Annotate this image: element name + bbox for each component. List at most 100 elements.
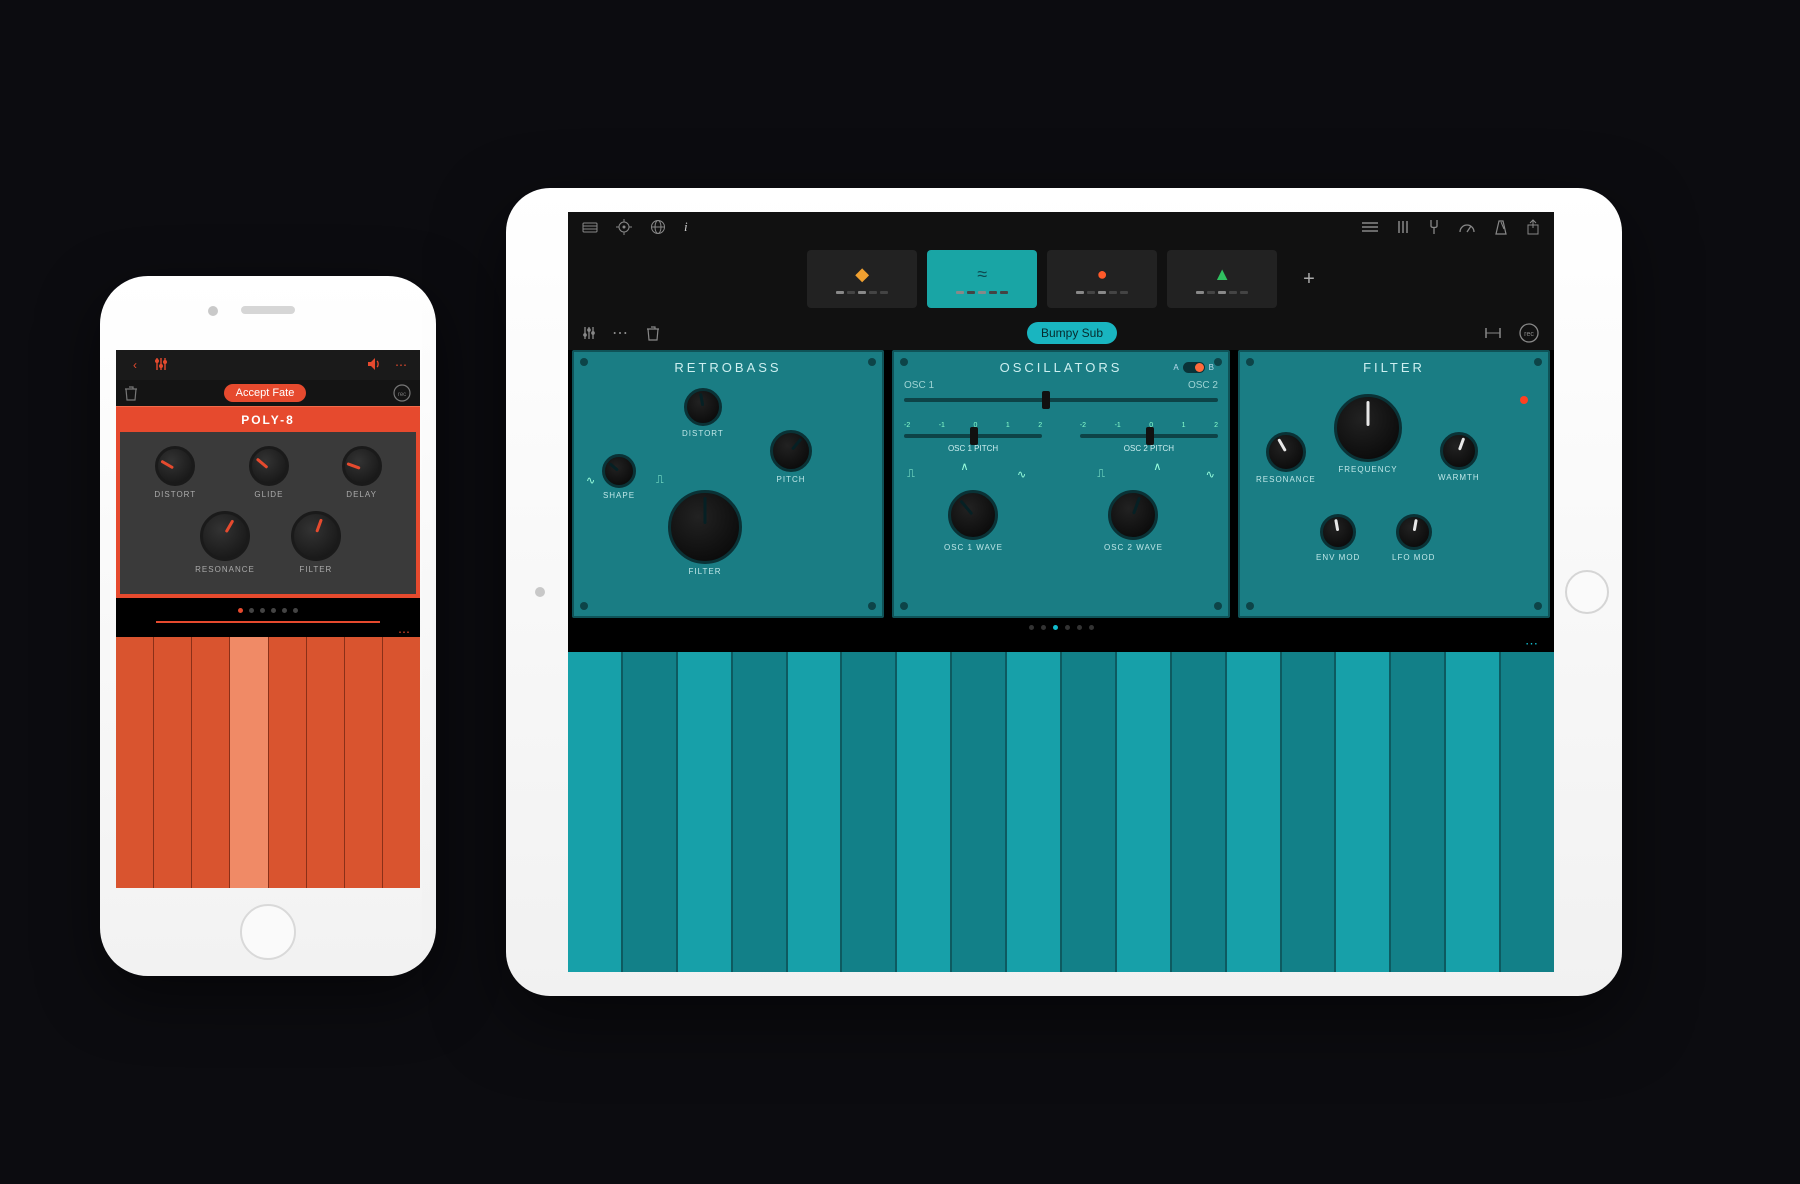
gauge-icon[interactable] [1458, 220, 1476, 234]
square-icon: ⎍ [907, 468, 915, 481]
key[interactable] [307, 637, 345, 888]
ab-switch[interactable]: AB [1173, 362, 1214, 373]
key[interactable] [345, 637, 383, 888]
key[interactable] [842, 652, 897, 972]
tri-icon: ∧ [961, 460, 969, 473]
resonance-knob[interactable]: RESONANCE [1256, 432, 1316, 484]
more-icon[interactable]: ⋯ [392, 358, 410, 372]
trash-icon[interactable] [124, 385, 138, 401]
preset-pill[interactable]: Accept Fate [224, 384, 307, 402]
sliders-icon[interactable] [152, 357, 170, 374]
osc2-pitch-label: OSC 2 PITCH [1080, 444, 1218, 453]
back-icon[interactable]: ‹ [126, 358, 144, 372]
ipad-extras-icon[interactable]: ⋯ [568, 636, 1554, 652]
share-icon[interactable] [1526, 219, 1540, 235]
rec-icon[interactable]: rec [1518, 322, 1540, 344]
key[interactable] [1282, 652, 1337, 972]
ipad-preset-bar: ⋯ Bumpy Sub rec [568, 316, 1554, 350]
resonance-knob[interactable]: RESONANCE [195, 511, 255, 574]
key[interactable] [269, 637, 307, 888]
key[interactable] [1446, 652, 1501, 972]
key[interactable] [568, 652, 623, 972]
osc2-pitch-slider[interactable] [1080, 434, 1218, 438]
mixer-icon[interactable] [1396, 220, 1410, 234]
speaker-icon[interactable] [366, 357, 384, 374]
lfo-mod-knob[interactable]: LFO MOD [1392, 514, 1435, 562]
add-track-button[interactable]: + [1303, 268, 1315, 291]
key[interactable] [116, 637, 154, 888]
key[interactable] [952, 652, 1007, 972]
key[interactable] [897, 652, 952, 972]
metronome-icon[interactable] [1494, 219, 1508, 235]
list-icon[interactable] [1362, 221, 1378, 233]
delay-knob[interactable]: DELAY [342, 446, 382, 499]
sine-icon: ∿ [1206, 468, 1215, 481]
iphone-device: ‹ ⋯ Accept Fate [100, 276, 436, 976]
library-icon[interactable] [582, 220, 598, 234]
key[interactable] [1117, 652, 1172, 972]
osc-mix-slider[interactable] [904, 398, 1218, 402]
distort-knob[interactable]: DISTORT [154, 446, 196, 499]
osc1-pitch-slider[interactable] [904, 434, 1042, 438]
warmth-knob[interactable]: WARMTH [1438, 432, 1480, 482]
phone-home-button[interactable] [240, 904, 296, 960]
env-mod-knob[interactable]: ENV MOD [1316, 514, 1360, 562]
key[interactable] [1062, 652, 1117, 972]
track-tab[interactable]: ≈ [927, 250, 1037, 308]
osc-1-wave-knob[interactable]: OSC 1 WAVE [944, 490, 1003, 552]
key[interactable] [230, 637, 268, 888]
glide-knob[interactable]: GLIDE [249, 446, 289, 499]
track-tab[interactable]: ● [1047, 250, 1157, 308]
key[interactable] [678, 652, 733, 972]
key[interactable] [192, 637, 230, 888]
key[interactable] [1391, 652, 1446, 972]
frequency-knob[interactable]: FREQUENCY [1334, 394, 1402, 474]
phone-pager[interactable] [116, 598, 420, 619]
info-icon[interactable]: i [684, 219, 688, 235]
ipad-pager[interactable] [568, 618, 1554, 636]
key[interactable] [383, 637, 420, 888]
sliders-icon[interactable] [582, 326, 596, 340]
square-icon: ⎍ [1097, 468, 1105, 481]
phone-extras-icon[interactable]: ⋯ [116, 625, 420, 637]
phone-synth-panel: DISTORT GLIDE DELAY RESONANCE FILTER [116, 432, 420, 598]
svg-text:rec: rec [398, 392, 406, 398]
osc-2-wave-knob[interactable]: OSC 2 WAVE [1104, 490, 1163, 552]
globe-icon[interactable] [650, 219, 666, 235]
distort-knob[interactable]: DISTORT [682, 388, 724, 438]
loop-icon[interactable] [1484, 326, 1502, 340]
phone-keyboard[interactable] [116, 637, 420, 888]
track-tab[interactable]: ◆ [807, 250, 917, 308]
key[interactable] [1227, 652, 1282, 972]
key[interactable] [1336, 652, 1391, 972]
panel-title: FILTER [1240, 352, 1548, 379]
key[interactable] [1172, 652, 1227, 972]
osc1-pitch-label: OSC 1 PITCH [904, 444, 1042, 453]
shape-knob[interactable]: SHAPE [602, 454, 636, 500]
oscillators-panel: OSCILLATORS AB OSC 1OSC 2 -2-1012 -2-101… [892, 350, 1230, 618]
track-tab[interactable]: ▲ [1167, 250, 1277, 308]
ipad-keyboard[interactable] [568, 652, 1554, 972]
key[interactable] [733, 652, 788, 972]
more-icon[interactable]: ⋯ [612, 323, 630, 343]
phone-speaker [241, 306, 295, 314]
filter-knob[interactable]: FILTER [291, 511, 341, 574]
ipad-home-button[interactable] [1565, 570, 1609, 614]
key[interactable] [154, 637, 192, 888]
preset-pill[interactable]: Bumpy Sub [1027, 322, 1117, 344]
filter-knob[interactable]: FILTER [668, 490, 742, 576]
key[interactable] [623, 652, 678, 972]
rec-icon[interactable]: rec [392, 383, 412, 403]
settings-icon[interactable] [616, 219, 632, 235]
phone-toolbar: ‹ ⋯ [116, 350, 420, 380]
pitch-knob[interactable]: PITCH [770, 430, 812, 484]
tuning-fork-icon[interactable] [1428, 219, 1440, 235]
phone-preset-bar: Accept Fate rec [116, 380, 420, 406]
key[interactable] [1501, 652, 1554, 972]
synth-panels: RETROBASS ∿ ⎍ SHAPEDISTORTPITCHFILTER OS… [568, 350, 1554, 618]
trash-icon[interactable] [646, 325, 660, 341]
filter-panel: FILTER RESONANCE FREQUENCY WARMTH ENV MOD LF… [1238, 350, 1550, 618]
svg-text:rec: rec [1524, 331, 1534, 338]
key[interactable] [1007, 652, 1062, 972]
key[interactable] [788, 652, 843, 972]
